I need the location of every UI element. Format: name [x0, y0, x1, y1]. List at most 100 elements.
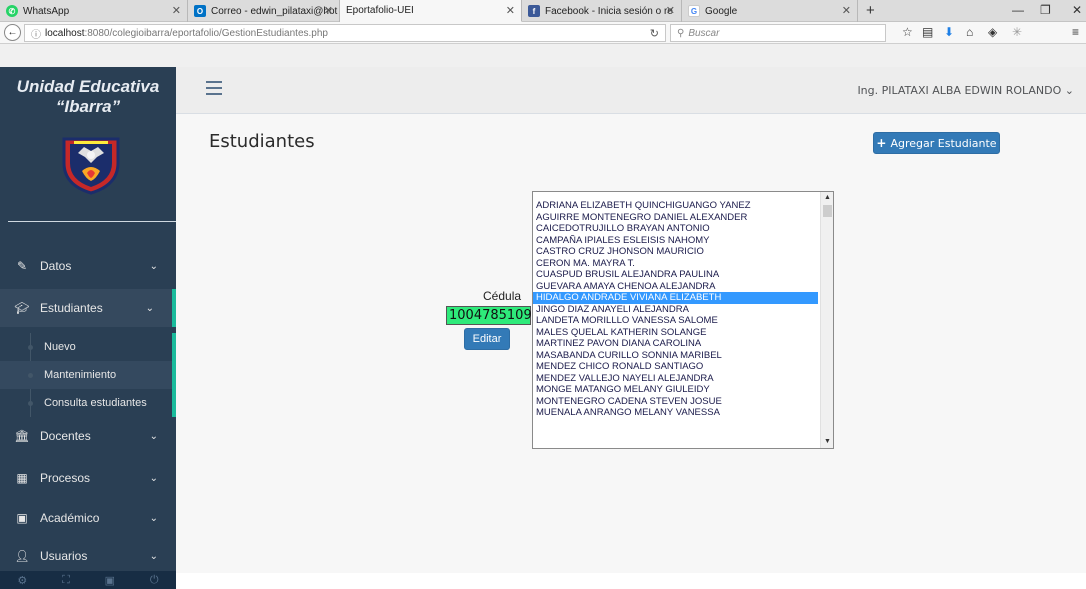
add-student-button[interactable]: + Agregar Estudiante [873, 132, 1000, 154]
sidebar-item-academico[interactable]: ▣ Académico ⌄ [0, 499, 176, 537]
table-icon: ▦ [16, 471, 28, 485]
student-option[interactable]: CAICEDOTRUJILLO BRAYAN ANTONIO [533, 223, 818, 235]
chevron-down-icon: ⌄ [149, 550, 158, 562]
sidebar-item-docentes[interactable]: 🏛︎ Docentes ⌄ [0, 417, 176, 455]
student-option[interactable]: CERON MA. MAYRA T. [533, 258, 818, 270]
user-icon: 👤︎ [14, 549, 30, 563]
student-option[interactable]: MASABANDA CURILLO SONNIA MARIBEL [533, 350, 818, 362]
submenu-item-mantenimiento[interactable]: Mantenimiento [0, 361, 172, 389]
school-crest-icon [62, 137, 120, 195]
scroll-up-icon[interactable]: ▲ [821, 192, 833, 204]
url-path: :8080/colegioibarra/eportafolio/GestionE… [84, 27, 328, 39]
menu-toggle-icon[interactable] [206, 81, 222, 95]
sidebar-footer: ⚙ ⛶ ▣ ⏻ [0, 571, 176, 589]
user-name: Ing. PILATAXI ALBA EDWIN ROLANDO [857, 84, 1062, 97]
brand-line-1: Unidad Educativa [16, 77, 160, 96]
close-icon[interactable]: ✕ [842, 4, 851, 17]
back-arrow-icon[interactable]: ← [4, 24, 21, 41]
student-option[interactable]: CAMPAÑA IPIALES ESLEISIS NAHOMY [533, 235, 818, 247]
student-option[interactable]: ADRIANA ELIZABETH QUINCHIGUANGO YANEZ [533, 200, 818, 212]
student-option[interactable]: AGUIRRE MONTENEGRO DANIEL ALEXANDER [533, 212, 818, 224]
tab-correo[interactable]: O Correo - edwin_pilataxi@hot ✕ [188, 0, 340, 22]
window-close-icon[interactable]: ✕ [1072, 3, 1082, 17]
fullscreen-icon[interactable]: ⛶ [62, 574, 70, 587]
edit-icon: ✎ [16, 259, 28, 273]
submenu-label: Consulta estudiantes [44, 397, 147, 409]
sidebar-item-label: Usuarios [40, 549, 88, 563]
tab-label: Eportafolio-UEI [346, 5, 414, 16]
search-icon: ⚲ [677, 27, 685, 39]
bullet-icon [28, 401, 33, 406]
logout-icon[interactable]: ⏻ [150, 574, 159, 587]
submenu-item-consulta[interactable]: Consulta estudiantes [0, 389, 172, 417]
url-host: localhost [45, 27, 85, 39]
outlook-icon: O [194, 5, 206, 17]
tab-label: WhatsApp [23, 5, 70, 17]
student-option[interactable]: MENDEZ CHICO RONALD SANTIAGO [533, 361, 818, 373]
student-option[interactable]: CUASPUD BRUSIL ALEJANDRA PAULINA [533, 269, 818, 281]
info-icon[interactable]: ⓘ [31, 26, 41, 41]
close-icon[interactable]: ✕ [324, 4, 333, 17]
search-input[interactable]: ⚲ Buscar [670, 24, 886, 42]
submenu-item-nuevo[interactable]: Nuevo [0, 333, 172, 361]
student-option[interactable]: MUENALA ANRANGO MELANY VANESSA [533, 407, 818, 419]
student-option[interactable]: HIDALGO ANDRADE VIVIANA ELIZABETH [533, 292, 818, 304]
tab-whatsapp[interactable]: ✆ WhatsApp ✕ [0, 0, 188, 22]
new-tab-button[interactable]: + [866, 2, 875, 19]
pocket-icon[interactable]: ◈ [988, 25, 997, 39]
menu-icon[interactable]: ≡ [1072, 25, 1079, 39]
student-option[interactable]: MONTENEGRO CADENA STEVEN JOSUE [533, 396, 818, 408]
tab-eportafolio[interactable]: Eportafolio-UEI ✕ [340, 0, 522, 22]
bookmark-star-icon[interactable]: ☆ [902, 25, 913, 39]
edit-button[interactable]: Editar [464, 328, 510, 350]
close-icon[interactable]: ✕ [172, 4, 181, 17]
listbox-scrollbar[interactable]: ▲ ▼ [820, 192, 833, 448]
student-listbox[interactable]: ADRIANA ELIZABETH QUINCHIGUANGO YANEZ AGU… [532, 191, 834, 449]
chevron-down-icon: ⌄ [149, 430, 158, 442]
browser-nav-bar: ← ⓘ localhost:8080/colegioibarra/eportaf… [0, 22, 1086, 44]
user-menu[interactable]: Ing. PILATAXI ALBA EDWIN ROLANDO ⌄ [857, 84, 1074, 97]
home-icon[interactable]: ⌂ [966, 25, 973, 39]
tab-label: Facebook - Inicia sesión o re [545, 5, 673, 17]
reload-icon[interactable]: ↻ [650, 27, 659, 40]
institution-icon: 🏛︎ [14, 429, 30, 443]
tab-facebook[interactable]: f Facebook - Inicia sesión o re ✕ [522, 0, 682, 22]
student-option[interactable]: GUEVARA AMAYA CHENOA ALEJANDRA [533, 281, 818, 293]
close-icon[interactable]: ✕ [666, 4, 675, 17]
page-bottom [176, 573, 1086, 589]
settings-icon[interactable]: ⚙ [17, 574, 27, 587]
student-option[interactable]: MARTINEZ PAVON DIANA CAROLINA [533, 338, 818, 350]
minimize-icon[interactable]: — [1012, 3, 1024, 17]
add-student-label: Agregar Estudiante [890, 136, 997, 150]
main-content: Estudiantes + Agregar Estudiante Cédula … [176, 114, 1086, 573]
student-options: ADRIANA ELIZABETH QUINCHIGUANGO YANEZ AGU… [533, 200, 818, 419]
sidebar-item-procesos[interactable]: ▦ Procesos ⌄ [0, 459, 176, 497]
sidebar-item-label: Estudiantes [40, 301, 103, 315]
reading-list-icon[interactable]: ▤ [922, 25, 933, 39]
close-icon[interactable]: ✕ [506, 4, 515, 17]
tab-google[interactable]: G Google ✕ [682, 0, 858, 22]
cedula-field[interactable]: 1004785109 [446, 306, 532, 325]
student-option[interactable]: CASTRO CRUZ JHONSON MAURICIO [533, 246, 818, 258]
url-bar[interactable]: ⓘ localhost:8080/colegioibarra/eportafol… [24, 24, 666, 42]
student-option[interactable]: LANDETA MORILLLO VANESSA SALOME [533, 315, 818, 327]
lock-icon[interactable]: ▣ [105, 574, 115, 587]
scroll-down-icon[interactable]: ▼ [821, 436, 833, 448]
google-icon: G [688, 5, 700, 17]
download-icon[interactable]: ⬇ [944, 25, 954, 39]
brand-line-2: “Ibarra” [55, 97, 121, 116]
brand-title[interactable]: Unidad Educativa “Ibarra” [0, 77, 176, 117]
submenu-label: Nuevo [44, 341, 76, 353]
sidebar-item-datos[interactable]: ✎ Datos ⌄ [0, 247, 176, 285]
student-option[interactable]: MONGE MATANGO MELANY GIULEIDY [533, 384, 818, 396]
sidebar-divider [8, 221, 176, 222]
student-option[interactable]: MALES QUELAL KATHERIN SOLANGE [533, 327, 818, 339]
student-option[interactable]: JINGO DIAZ ANAYELI ALEJANDRA [533, 304, 818, 316]
tab-label: Correo - edwin_pilataxi@hot [211, 5, 338, 17]
sidebar-item-usuarios[interactable]: 👤︎ Usuarios ⌄ [0, 541, 176, 571]
scroll-thumb[interactable] [823, 205, 832, 217]
extension-icon[interactable]: ✳ [1012, 25, 1022, 39]
sidebar-item-estudiantes[interactable]: 🎓︎ Estudiantes ⌄ [0, 289, 176, 327]
student-option[interactable]: MENDEZ VALLEJO NAYELI ALEJANDRA [533, 373, 818, 385]
maximize-icon[interactable]: ❐ [1040, 3, 1051, 17]
